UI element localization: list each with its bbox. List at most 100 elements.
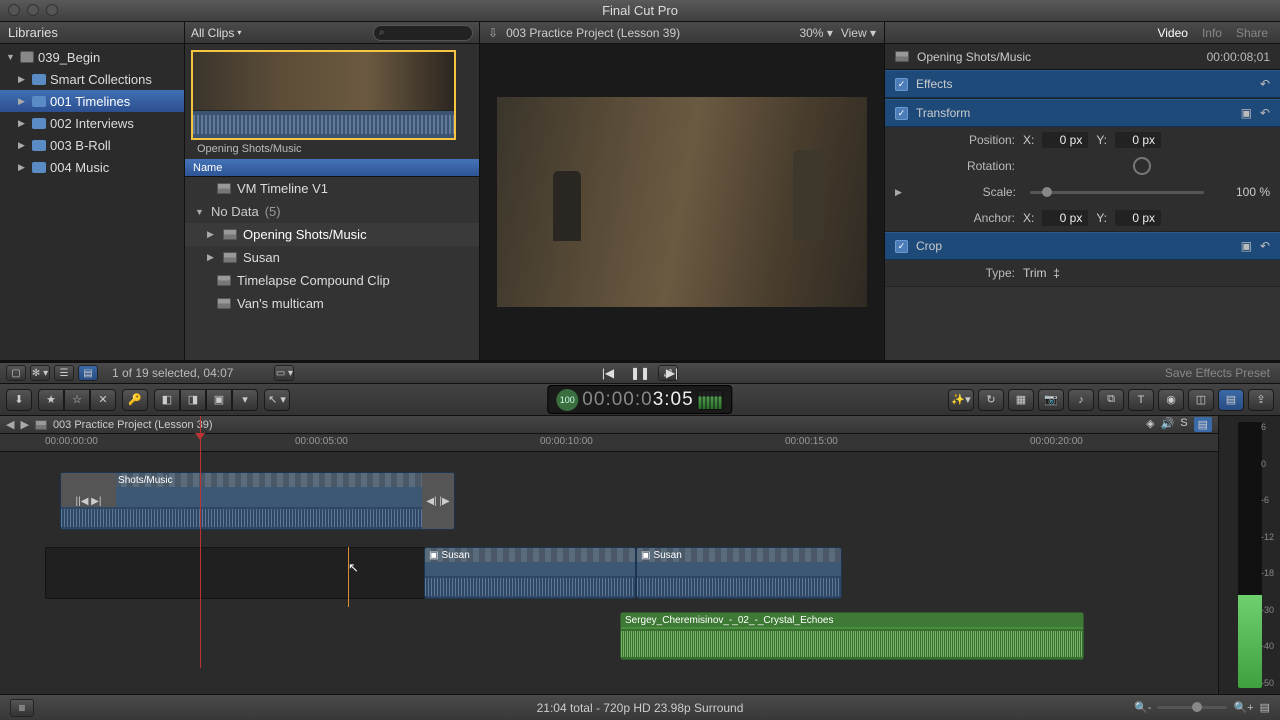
rotation-dial[interactable] [1133,157,1151,175]
share-icon[interactable]: ⇩ [488,26,498,40]
import-button[interactable]: ▢ [6,365,26,381]
overwrite-button[interactable]: ▾ [232,389,258,411]
share-button[interactable]: ⇪ [1248,389,1274,411]
reject-button[interactable]: ✕ [90,389,116,411]
filmstrip-clip[interactable] [191,50,456,140]
next-edit-button[interactable]: ▶| [661,364,683,382]
scale-value[interactable]: 100 % [1218,185,1270,199]
zoom-out-icon[interactable]: 🔍- [1134,701,1151,714]
clip-row[interactable]: Van's multicam [185,292,479,315]
filmstrip-view-button[interactable]: ▤ [78,365,98,381]
timeline-ruler[interactable]: 00:00:00:00 00:00:05:00 00:00:10:00 00:0… [0,434,1218,452]
clip-filter-dropdown[interactable]: All Clips ▾ [191,26,241,40]
group-header[interactable]: ▼ No Data (5) [185,200,479,223]
zoom-dropdown[interactable]: 30% ▾ [799,26,832,40]
anchor-x-field[interactable]: 0 px [1042,210,1088,226]
sidebar-item-timelines[interactable]: ▶ 001 Timelines [0,90,184,112]
photos-browser-button[interactable]: ▦ [1008,389,1034,411]
themes-browser-button[interactable]: ◫ [1188,389,1214,411]
timeline-tracks[interactable]: ||◀ ▶| ▣Opening Shots/Music ◀| |▶ ▣Susan… [0,452,1218,694]
view-menu[interactable]: View ▾ [841,26,876,40]
generators-browser-button[interactable]: ◉ [1158,389,1184,411]
settings-button[interactable]: ✻ ▾ [30,365,50,381]
crop-type-dropdown[interactable]: Trim ‡ [1023,266,1060,280]
unrate-button[interactable]: ☆ [64,389,90,411]
clip-appearance-button[interactable]: ▤ [1260,701,1270,714]
disclosure-icon[interactable]: ▶ [207,229,217,240]
zoom-slider[interactable] [1157,706,1227,709]
clip-music[interactable]: Sergey_Cheremisinov_-_02_-_Crystal_Echoe… [620,612,1084,660]
clip-row[interactable]: VM Timeline V1 [185,177,479,200]
timeline-history-button[interactable]: ▶ [20,418,28,431]
connect-button[interactable]: ◧ [154,389,180,411]
disclosure-icon[interactable]: ▶ [207,252,217,263]
anchor-y-field[interactable]: 0 px [1115,210,1161,226]
enhance-button[interactable]: ✨▾ [948,389,974,411]
disclosure-icon[interactable]: ▶ [895,187,902,198]
timeline-index-button[interactable]: ≡ [10,699,34,717]
reset-icon[interactable]: ↶ [1260,77,1270,91]
reset-icon[interactable]: ↶ [1260,239,1270,253]
gap-clip[interactable] [45,547,425,599]
browser-column-header[interactable]: Name [185,159,479,177]
keyword-editor-button[interactable]: 🔑 [122,389,148,411]
audio-skim-toggle[interactable]: 🔊 [1161,417,1175,432]
onscreen-controls-icon[interactable]: ▣ [1241,106,1252,120]
timeline-back-button[interactable]: ◀ [6,418,14,431]
append-button[interactable]: ▣ [206,389,232,411]
search-input[interactable]: ⌕ [373,25,473,41]
clip-row[interactable]: Timelapse Compound Clip [185,269,479,292]
skimming-toggle[interactable]: ◈ [1146,417,1154,432]
zoom-in-icon[interactable]: 🔍+ [1233,701,1253,714]
checkbox-icon[interactable]: ✓ [895,78,908,91]
disclosure-icon[interactable]: ▶ [18,74,28,85]
favorite-button[interactable]: ★ [38,389,64,411]
minimize-window-icon[interactable] [27,4,39,16]
position-y-field[interactable]: 0 px [1115,132,1161,148]
crop-section-header[interactable]: ✓ Crop ▣↶ [885,232,1280,260]
effects-section-header[interactable]: ✓ Effects ↶ [885,70,1280,98]
disclosure-icon[interactable]: ▼ [6,52,16,62]
clip-susan-2[interactable]: ▣Susan [636,547,842,599]
import-media-button[interactable]: ⬇ [6,389,32,411]
titles-browser-button[interactable]: T [1128,389,1154,411]
scale-slider[interactable] [1030,191,1204,194]
disclosure-icon[interactable]: ▼ [195,207,205,217]
clip-row[interactable]: ▶ Opening Shots/Music [185,223,479,246]
sidebar-item-interviews[interactable]: ▶ 002 Interviews [0,112,184,134]
list-view-button[interactable]: ☰ [54,365,74,381]
inspector-toggle-button[interactable]: ▤ [1218,389,1244,411]
disclosure-icon[interactable]: ▶ [18,118,28,129]
clip-susan-1[interactable]: ▣Susan [424,547,636,599]
fade-handle-right[interactable]: ◀| |▶ [422,473,454,529]
sidebar-item-music[interactable]: ▶ 004 Music [0,156,184,178]
timecode-display[interactable]: 100 00:00:03:05 [547,385,732,414]
clip-row[interactable]: ▶ Susan [185,246,479,269]
tab-info[interactable]: Info [1202,26,1222,40]
insert-button[interactable]: ◨ [180,389,206,411]
retime-button[interactable]: ↻ [978,389,1004,411]
tab-share[interactable]: Share [1236,26,1268,40]
snapping-toggle[interactable]: ▤ [1194,417,1212,432]
disclosure-icon[interactable]: ▶ [18,96,28,107]
save-effects-preset[interactable]: Save Effects Preset [1165,366,1270,380]
position-x-field[interactable]: 0 px [1042,132,1088,148]
tab-video[interactable]: Video [1157,26,1187,40]
zoom-window-icon[interactable] [46,4,58,16]
playhead[interactable] [200,416,201,668]
checkbox-icon[interactable]: ✓ [895,240,908,253]
checkbox-icon[interactable]: ✓ [895,107,908,120]
pause-button[interactable]: ❚❚ [629,364,651,382]
reset-icon[interactable]: ↶ [1260,106,1270,120]
prev-edit-button[interactable]: |◀ [597,364,619,382]
viewer-canvas[interactable] [480,44,884,360]
music-browser-button[interactable]: ♪ [1068,389,1094,411]
tool-selector[interactable]: ↖ ▾ [264,389,290,411]
solo-toggle[interactable]: S [1180,417,1187,432]
sidebar-item-broll[interactable]: ▶ 003 B-Roll [0,134,184,156]
transform-tool-button[interactable]: ▭ ▾ [274,365,294,381]
disclosure-icon[interactable]: ▶ [18,162,28,173]
sidebar-item-smart-collections[interactable]: ▶ Smart Collections [0,68,184,90]
library-root[interactable]: ▼ 039_Begin [0,46,184,68]
clip-opening-shots[interactable]: ||◀ ▶| ▣Opening Shots/Music ◀| |▶ [60,472,455,530]
